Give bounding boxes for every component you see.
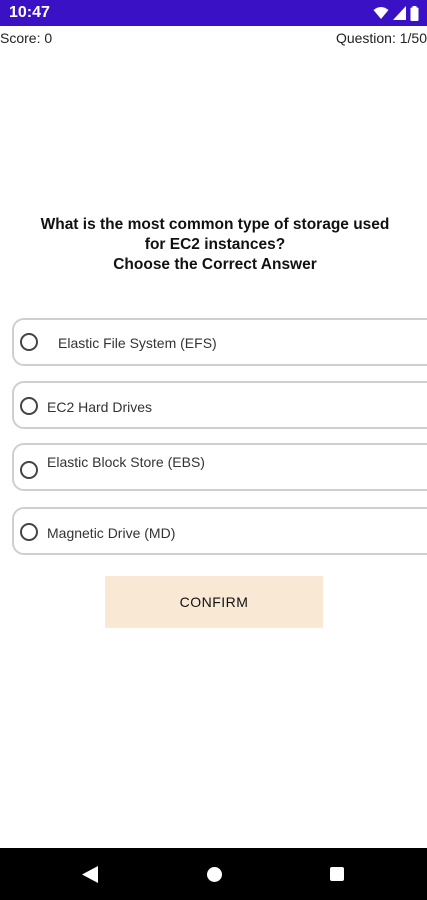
status-time: 10:47 [9, 4, 50, 21]
answer-option-ec2-hard-drives[interactable]: EC2 Hard Drives [12, 381, 427, 429]
radio-button[interactable] [20, 523, 38, 541]
question-counter: Question: 1/50 [335, 30, 427, 46]
option-label: Elastic File System (EFS) [58, 335, 217, 351]
option-label: Elastic Block Store (EBS) [47, 454, 205, 470]
question-line: What is the most common type of storage … [40, 216, 390, 233]
radio-button[interactable] [20, 333, 38, 351]
signal-icon [393, 6, 406, 20]
answer-option-efs[interactable]: Elastic File System (EFS) [12, 318, 427, 366]
option-label: EC2 Hard Drives [47, 399, 153, 415]
radio-button[interactable] [20, 461, 38, 479]
answer-option-ebs[interactable]: Elastic Block Store (EBS) [12, 443, 427, 491]
back-icon[interactable] [82, 866, 98, 883]
question-instruction: Choose the Correct Answer [113, 256, 317, 273]
question-line: for EC2 instances? [144, 236, 286, 253]
score-label: Score: 0 [0, 30, 53, 46]
navigation-bar [0, 848, 427, 900]
question-text: What is the most common type of storage … [20, 215, 410, 275]
wifi-icon [373, 7, 389, 19]
confirm-button[interactable]: CONFIRM [105, 576, 323, 628]
status-bar: 10:47 [0, 0, 427, 26]
battery-icon [410, 5, 419, 21]
status-icons [373, 5, 419, 21]
recents-icon[interactable] [330, 867, 344, 881]
radio-button[interactable] [20, 397, 38, 415]
answer-option-magnetic-drive[interactable]: Magnetic Drive (MD) [12, 507, 427, 555]
home-icon[interactable] [207, 867, 222, 882]
option-label: Magnetic Drive (MD) [47, 525, 176, 541]
